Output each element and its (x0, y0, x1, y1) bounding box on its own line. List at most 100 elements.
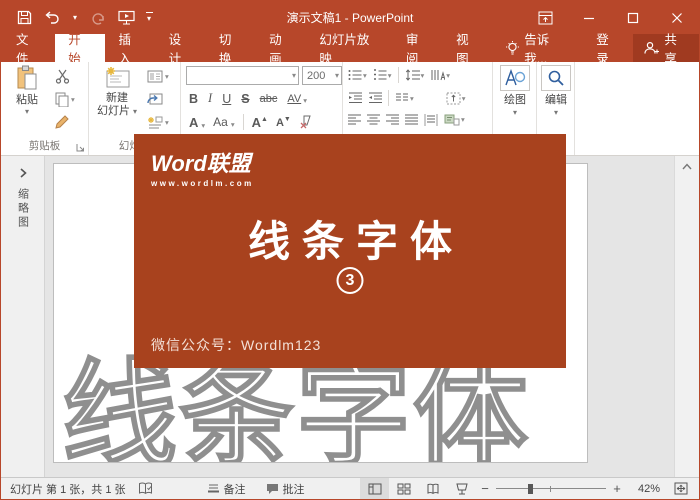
undo-dropdown[interactable]: ▾ (67, 6, 83, 30)
find-icon (541, 65, 571, 91)
tab-view[interactable]: 视图 (443, 34, 493, 62)
undo-icon (44, 11, 60, 25)
columns-button[interactable]: ▾ (395, 92, 414, 104)
bullets-button[interactable]: ▾ (348, 69, 367, 81)
reset-slide-button[interactable] (147, 90, 169, 108)
character-spacing-button[interactable]: AV▾ (287, 93, 307, 105)
customize-qat-button[interactable]: ▾ (141, 6, 157, 30)
overlay-footer: 微信公众号：Wordlm123 (151, 335, 321, 355)
italic-button[interactable]: I (208, 91, 212, 106)
fit-slide-to-window-button[interactable] (666, 478, 695, 499)
font-color-button[interactable]: A▾ (189, 115, 205, 130)
editing-label: 编辑 (545, 94, 567, 107)
paste-button[interactable]: 粘贴 ▾ (7, 65, 47, 116)
vertical-scrollbar[interactable] (674, 156, 699, 477)
section-icon (147, 116, 163, 129)
share-button[interactable]: 共享 (633, 34, 699, 62)
decrease-font-size-button[interactable]: A▼ (276, 116, 291, 129)
save-button[interactable] (11, 6, 37, 30)
slideshow-view-button[interactable] (447, 478, 476, 499)
slide-number-indicator[interactable]: 幻灯片 第 1 张，共 1 张 (1, 478, 132, 499)
normal-view-button[interactable] (360, 478, 389, 499)
expand-thumbnails-button[interactable]: 缩略图 (1, 168, 44, 230)
tab-transitions[interactable]: 切换 (206, 34, 256, 62)
zoom-out-button[interactable]: − (480, 481, 490, 496)
font-size-combobox[interactable]: 200 ▾ (302, 66, 342, 85)
increase-font-size-button[interactable]: A▲ (252, 115, 268, 130)
layout-button[interactable]: ▾ (147, 67, 169, 85)
zoom-percentage[interactable]: 42% (626, 483, 660, 495)
wordlm-logo-url: www.wordlm.com (151, 179, 254, 188)
tab-insert[interactable]: 插入 (105, 34, 155, 62)
paste-icon (15, 65, 39, 91)
convert-to-smartart-button[interactable]: ▾ (444, 113, 465, 126)
align-left-button[interactable] (348, 114, 361, 126)
redo-button[interactable] (85, 6, 111, 30)
font-name-combobox[interactable]: ▾ (186, 66, 299, 85)
zoom-slider-track[interactable] (496, 483, 606, 495)
clipboard-dialog-launcher[interactable] (76, 143, 85, 152)
line-spacing-button[interactable]: ▾ (405, 69, 425, 81)
tab-review[interactable]: 审阅 (393, 34, 443, 62)
zoom-in-button[interactable]: + (612, 481, 622, 496)
spell-check-button[interactable] (132, 478, 159, 499)
tab-animations[interactable]: 动画 (256, 34, 306, 62)
text-direction-button[interactable]: ▾ (430, 69, 450, 81)
sign-in-button[interactable]: 登录 (583, 34, 633, 62)
drawing-label: 绘图 (504, 94, 526, 107)
align-right-button[interactable] (386, 114, 399, 126)
cut-button[interactable] (55, 67, 75, 85)
justify-button[interactable] (405, 114, 418, 126)
distribute-text-button[interactable] (424, 114, 438, 126)
notes-icon (207, 483, 220, 494)
tab-home[interactable]: 开始 (55, 34, 105, 62)
format-painter-button[interactable] (55, 113, 75, 131)
cut-icon (55, 69, 70, 84)
status-bar: 幻灯片 第 1 张，共 1 张 备注 批注 − + 42% (1, 477, 699, 499)
increase-indent-button[interactable] (368, 92, 382, 104)
align-center-button[interactable] (367, 114, 380, 126)
share-person-icon (644, 41, 659, 55)
new-slide-label-line1: 新建 (106, 92, 128, 105)
zoom-slider-thumb[interactable] (528, 484, 533, 494)
paste-label: 粘贴 (16, 94, 38, 107)
text-shadow-button[interactable]: S (241, 92, 249, 106)
start-slideshow-button[interactable] (113, 6, 139, 30)
section-button[interactable]: ▾ (147, 113, 169, 131)
zoom-slider: − + (480, 481, 622, 496)
undo-button[interactable] (39, 6, 65, 30)
maximize-icon (627, 12, 639, 24)
new-slide-label-line2: 幻灯片 (97, 105, 130, 118)
tab-slideshow[interactable]: 幻灯片放映 (306, 34, 393, 62)
reading-view-button[interactable] (418, 478, 447, 499)
notes-toggle-button[interactable]: 备注 (201, 478, 252, 499)
strikethrough-button[interactable]: abc (260, 93, 278, 105)
slideshow-icon (118, 10, 135, 25)
status-bar-right: − + 42% (360, 478, 699, 499)
wordlm-logo: Word联盟 www.wordlm.com (151, 146, 254, 188)
tab-design[interactable]: 设计 (156, 34, 206, 62)
new-slide-icon (103, 65, 131, 89)
decrease-indent-button[interactable] (348, 92, 362, 104)
minimize-icon (583, 12, 595, 24)
format-painter-icon (55, 115, 70, 129)
new-slide-button[interactable]: 新建 幻灯片▾ (95, 65, 139, 118)
circled-number: 3 (337, 267, 364, 294)
copy-button[interactable]: ▾ (55, 90, 75, 108)
comment-icon (266, 483, 279, 495)
chevron-right-icon (19, 168, 27, 178)
tab-file[interactable]: 文件 (1, 34, 55, 62)
scroll-up-button[interactable] (675, 158, 699, 174)
align-text-button[interactable]: ▾ (446, 92, 466, 105)
numbering-button[interactable]: ▾ (373, 69, 392, 81)
comments-toggle-button[interactable]: 批注 (260, 478, 311, 499)
thumbnail-pane-collapsed: 缩略图 (1, 156, 45, 477)
slide-sorter-view-button[interactable] (389, 478, 418, 499)
drawing-menu-button[interactable]: 绘图 ▾ (499, 65, 531, 117)
underline-button[interactable]: U (222, 92, 231, 106)
bold-button[interactable]: B (189, 92, 198, 106)
clear-formatting-button[interactable] (299, 115, 314, 129)
editing-menu-button[interactable]: 编辑 ▾ (540, 65, 572, 117)
change-case-button[interactable]: Aa▾ (213, 115, 234, 129)
tell-me-box[interactable]: 告诉我... (493, 34, 583, 62)
